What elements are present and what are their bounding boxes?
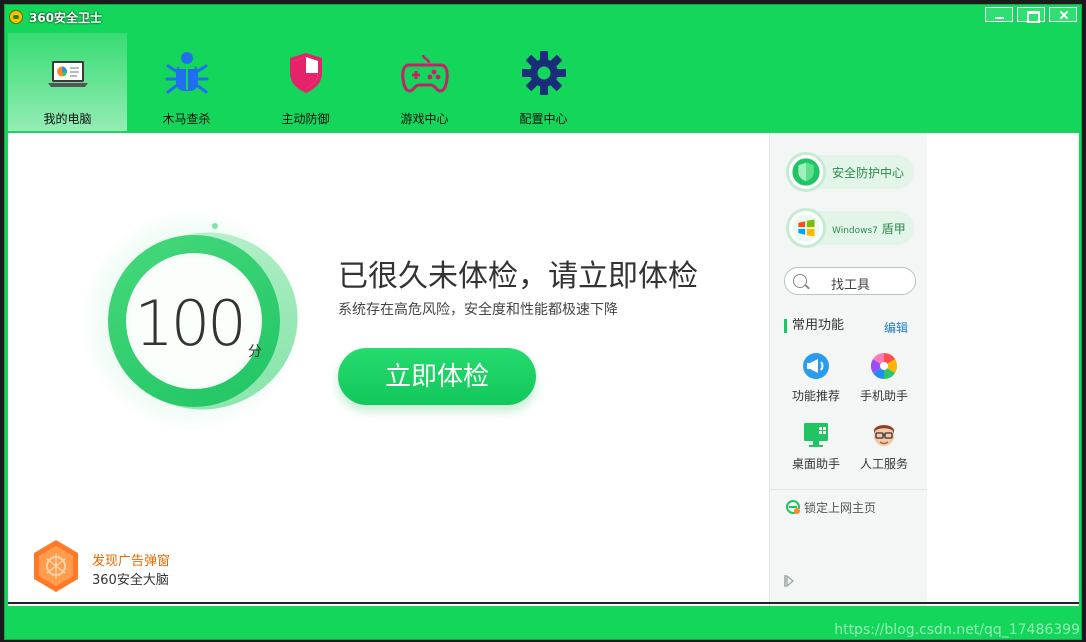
status-divider bbox=[8, 602, 1079, 604]
score-dot bbox=[212, 223, 218, 229]
gear-icon bbox=[522, 51, 566, 95]
computer-icon bbox=[48, 61, 88, 87]
security-brain-label: 360安全大脑 bbox=[92, 573, 169, 588]
tool-label: 功能推荐 bbox=[791, 389, 840, 403]
right-sidebar: 安全防护中心 Windows7 盾甲 找工具 常用功能 编辑 功能推荐 手机助手… bbox=[769, 133, 927, 606]
maximize-button[interactable] bbox=[1017, 7, 1045, 23]
health-score: 100 bbox=[134, 287, 246, 360]
tab-trojan-scan[interactable]: 木马查杀 bbox=[127, 33, 246, 131]
desktop-assistant-icon bbox=[804, 423, 828, 447]
watermark-text: https://blog.csdn.net/qq_17486399 bbox=[834, 622, 1080, 638]
tab-label: 木马查杀 bbox=[162, 112, 211, 126]
lock-homepage-link[interactable]: 锁定上网主页 bbox=[786, 499, 876, 516]
tab-config-center[interactable]: 配置中心 bbox=[484, 33, 603, 131]
tool-label: 人工服务 bbox=[859, 457, 908, 471]
human-service-icon bbox=[874, 425, 894, 446]
app-window: 360安全卫士 我的电脑 木马查杀 主动防御 游戏中心 配置中心 100 分 已… bbox=[4, 4, 1082, 640]
tab-label: 我的电脑 bbox=[43, 112, 92, 126]
main-content: 100 分 已很久未体检，请立即体检 系统存在高危风险，安全度和性能都极速下降 … bbox=[8, 133, 1079, 606]
score-unit: 分 bbox=[248, 344, 262, 360]
tab-active-defense[interactable]: 主动防御 bbox=[246, 33, 365, 131]
win7-shield-button[interactable]: Windows7 盾甲 bbox=[786, 208, 914, 248]
ie-browser-icon bbox=[786, 500, 800, 514]
phone-assistant-icon bbox=[870, 352, 898, 380]
status-headline: 已很久未体检，请立即体检 bbox=[338, 259, 698, 294]
app-logo-icon bbox=[9, 10, 23, 24]
tab-my-computer[interactable]: 我的电脑 bbox=[8, 33, 127, 131]
tool-label: 桌面助手 bbox=[791, 457, 840, 471]
security-brain-icon[interactable] bbox=[32, 539, 80, 593]
window-title: 360安全卫士 bbox=[29, 11, 103, 25]
tab-label: 配置中心 bbox=[519, 112, 568, 126]
window-controls bbox=[985, 7, 1077, 23]
sidebar-divider bbox=[770, 489, 927, 490]
tool-human-service[interactable]: 人工服务 bbox=[850, 419, 918, 472]
edit-tools-link[interactable]: 编辑 bbox=[884, 319, 908, 336]
tool-phone-assistant[interactable]: 手机助手 bbox=[850, 351, 918, 404]
tool-search-input[interactable]: 找工具 bbox=[784, 267, 916, 295]
green-shield-icon bbox=[786, 152, 826, 192]
gamepad-icon bbox=[401, 54, 449, 93]
search-icon bbox=[793, 274, 807, 288]
common-tools-title: 常用功能 bbox=[784, 319, 844, 333]
status-subline: 系统存在高危风险，安全度和性能都极速下降 bbox=[338, 302, 618, 318]
windows-logo-icon bbox=[786, 208, 826, 248]
security-center-label: 安全防护中心 bbox=[832, 166, 905, 180]
win7-shield-label: Windows7 盾甲 bbox=[832, 222, 906, 236]
bug-icon bbox=[165, 52, 209, 94]
tool-desktop-assistant[interactable]: 桌面助手 bbox=[782, 419, 850, 472]
recommend-icon bbox=[803, 353, 829, 379]
security-center-button[interactable]: 安全防护中心 bbox=[786, 152, 914, 192]
tab-label: 主动防御 bbox=[281, 112, 330, 126]
tool-feature-recommend[interactable]: 功能推荐 bbox=[782, 351, 850, 404]
close-button[interactable] bbox=[1049, 7, 1077, 22]
main-nav: 我的电脑 木马查杀 主动防御 游戏中心 配置中心 bbox=[8, 33, 603, 131]
collapse-sidebar-icon[interactable] bbox=[784, 575, 794, 587]
ad-popup-found-link[interactable]: 发现广告弹窗 bbox=[92, 550, 170, 569]
search-placeholder: 找工具 bbox=[831, 278, 871, 293]
tab-label: 游戏中心 bbox=[400, 112, 449, 126]
title-bar[interactable]: 360安全卫士 bbox=[5, 5, 1081, 29]
tab-game-center[interactable]: 游戏中心 bbox=[365, 33, 484, 131]
minimize-button[interactable] bbox=[985, 7, 1013, 22]
shield-icon bbox=[290, 53, 322, 93]
tool-label: 手机助手 bbox=[859, 389, 908, 403]
start-checkup-button[interactable]: 立即体检 bbox=[338, 348, 536, 405]
